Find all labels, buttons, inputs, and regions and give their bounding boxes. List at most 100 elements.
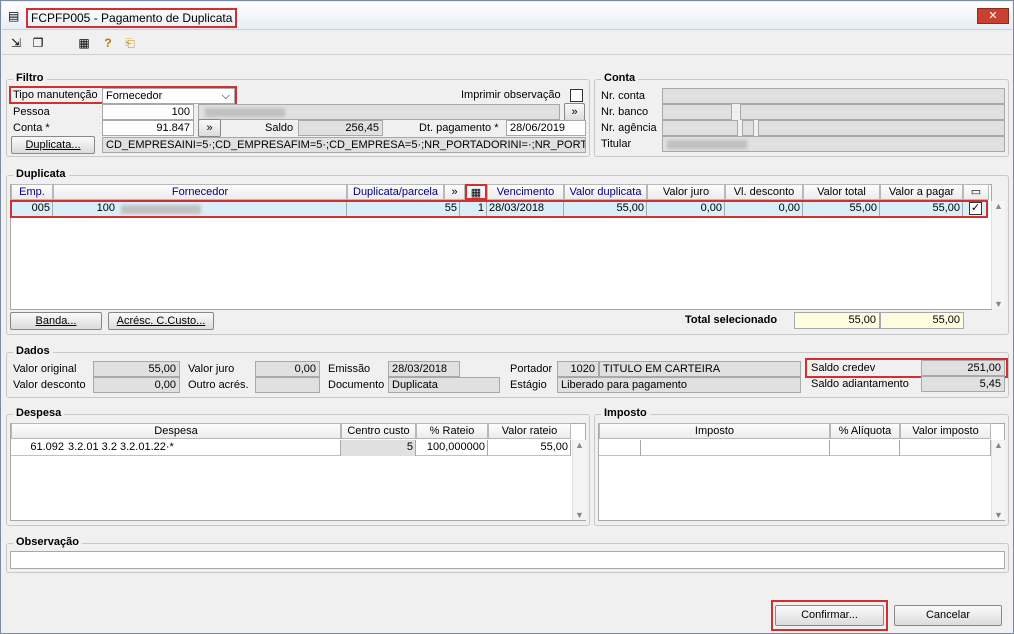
titular-field [662, 136, 1005, 152]
total-selecionado-label: Total selecionado [685, 314, 778, 326]
outro-acres-field [255, 377, 320, 393]
col-duplicata-parcela[interactable]: Duplicata/parcela [347, 184, 444, 200]
duplicata-filter-field: CD_EMPRESAINI=5·;CD_EMPRESAFIM=5·;CD_EMP… [102, 137, 586, 153]
app-icon: ▤ [8, 9, 20, 23]
duplicata-scrollbar[interactable]: ▲ ▼ [991, 201, 1005, 309]
scroll-up-icon[interactable]: ▲ [994, 440, 1003, 450]
col-valor-duplicata[interactable]: Valor duplicata [564, 184, 647, 200]
col-valor-a-pagar[interactable]: Valor a pagar [880, 184, 963, 200]
pessoa-input[interactable]: 100 [102, 104, 194, 120]
conta-more-button[interactable]: » [198, 119, 221, 137]
row-highlight [10, 200, 988, 218]
col-valor-total[interactable]: Valor total [803, 184, 880, 200]
conta-input[interactable]: 91.847 [102, 120, 194, 136]
nr-conta-label: Nr. conta [601, 90, 646, 102]
tipo-manutencao-select[interactable]: Fornecedor ⌵ [102, 88, 235, 104]
scroll-down-icon[interactable]: ▼ [994, 299, 1003, 309]
col-rateio[interactable]: % Rateio [416, 423, 488, 439]
scroll-down-icon[interactable]: ▼ [575, 510, 584, 520]
col-more[interactable]: » [444, 184, 465, 200]
redacted-name [205, 108, 285, 117]
application-window: ▤ FCPFP005 - Pagamento de Duplicata ✕ ⇲ … [0, 0, 1014, 634]
col-valor-rateio[interactable]: Valor rateio [488, 423, 571, 439]
tipo-manutencao-label: Tipo manutenção [13, 89, 98, 101]
calendar-icon[interactable]: ▦ [465, 184, 487, 200]
chevron-down-icon: ⌵ [221, 90, 230, 102]
duplicata-button[interactable]: Duplicata... [11, 136, 95, 154]
conta-title: Conta [601, 72, 639, 84]
saldo-adiant-field: 5,45 [921, 376, 1005, 392]
col-valor-juro[interactable]: Valor juro [647, 184, 725, 200]
cell-valor-imposto [900, 440, 991, 456]
titular-label: Titular [601, 138, 632, 150]
valor-juro-field: 0,00 [255, 361, 320, 377]
scroll-up-icon[interactable]: ▲ [994, 201, 1003, 211]
saldo-field: 256,45 [298, 120, 383, 136]
despesa-scrollbar[interactable]: ▲ ▼ [572, 440, 586, 520]
portador-label: Portador [510, 363, 553, 375]
confirmar-button[interactable]: Confirmar... [775, 605, 884, 626]
observacao-input[interactable] [10, 551, 1005, 569]
col-aliquota[interactable]: % Alíquota [830, 423, 900, 439]
imprimir-obs-label: Imprimir observação [461, 89, 561, 101]
col-vencimento[interactable]: Vencimento [487, 184, 564, 200]
nr-agencia-code-field [662, 120, 738, 136]
cancelar-button[interactable]: Cancelar [894, 605, 1002, 626]
imprimir-obs-checkbox[interactable] [570, 89, 583, 102]
duplicata-title: Duplicata [13, 168, 69, 180]
pessoa-label: Pessoa [13, 106, 50, 118]
pessoa-more-button[interactable]: » [564, 103, 585, 121]
col-valor-imposto[interactable]: Valor imposto [900, 423, 991, 439]
dados-title: Dados [13, 345, 53, 357]
estagio-label: Estágio [510, 379, 547, 391]
nr-agencia-label: Nr. agência [601, 122, 657, 134]
nr-agencia-name-field [758, 120, 1005, 136]
cell-imposto-desc [641, 440, 830, 456]
windows-icon[interactable]: ❐ [30, 35, 46, 51]
conta-label: Conta * [13, 122, 50, 134]
saldo-adiant-label: Saldo adiantamento [811, 378, 909, 390]
col-emp[interactable]: Emp. [11, 184, 53, 200]
tipo-manutencao-value: Fornecedor [106, 90, 163, 102]
portador-code-field: 1020 [557, 361, 599, 377]
window-title: FCPFP005 - Pagamento de Duplicata [26, 8, 238, 28]
banda-button[interactable]: Banda... [10, 312, 102, 330]
cell-despesa-desc: 3.2.01 3.2 3.2.01.22·* [66, 440, 341, 456]
col-centro-custo[interactable]: Centro custo [341, 423, 416, 439]
col-vl-desconto[interactable]: Vl. desconto [725, 184, 803, 200]
col-fornecedor[interactable]: Fornecedor [53, 184, 347, 200]
outro-acres-label: Outro acrés. [188, 379, 249, 391]
imposto-scrollbar[interactable]: ▲ ▼ [991, 440, 1005, 520]
valor-desconto-field: 0,00 [93, 377, 180, 393]
cell-centro-custo: 5 [341, 440, 416, 456]
cell-rateio: 100,000000 [416, 440, 488, 456]
total-valor-field: 55,00 [794, 312, 880, 329]
saldo-credev-field: 251,00 [921, 360, 1005, 376]
help-icon[interactable]: ? [100, 35, 116, 51]
scroll-down-icon[interactable]: ▼ [994, 510, 1003, 520]
toolbar: ⇲ ❐ ▦ ? ⎗ [2, 31, 1012, 55]
title-bar: ▤ FCPFP005 - Pagamento de Duplicata ✕ [2, 2, 1012, 30]
cell-valor-rateio: 55,00 [488, 440, 571, 456]
estagio-field: Liberado para pagamento [557, 377, 801, 393]
close-button[interactable]: ✕ [977, 8, 1009, 24]
scroll-up-icon[interactable]: ▲ [575, 440, 584, 450]
table-row[interactable] [599, 440, 991, 456]
acresc-ccusto-button[interactable]: Acrésc. C.Custo... [108, 312, 214, 330]
select-all-toggle[interactable]: ▭ [963, 184, 989, 200]
saldo-credev-label: Saldo credev [811, 362, 876, 374]
exit-door-icon[interactable]: ⎗ [122, 35, 138, 51]
arrow-icon[interactable]: ⇲ [8, 35, 24, 51]
observacao-title: Observação [13, 536, 82, 548]
nr-banco-label: Nr. banco [601, 106, 649, 118]
cell-imposto-code [599, 440, 641, 456]
table-row[interactable]: 61.092 3.2.01 3.2 3.2.01.22·* 5 100,0000… [11, 440, 571, 456]
dt-pagamento-input[interactable]: 28/06/2019 [506, 120, 586, 136]
calendar-icon[interactable]: ▦ [76, 35, 92, 51]
total-pagar-field: 55,00 [880, 312, 964, 329]
emissao-field: 28/03/2018 [388, 361, 460, 377]
valor-original-label: Valor original [13, 363, 77, 375]
col-despesa[interactable]: Despesa [11, 423, 341, 439]
col-imposto[interactable]: Imposto [599, 423, 830, 439]
emissao-label: Emissão [328, 363, 371, 375]
